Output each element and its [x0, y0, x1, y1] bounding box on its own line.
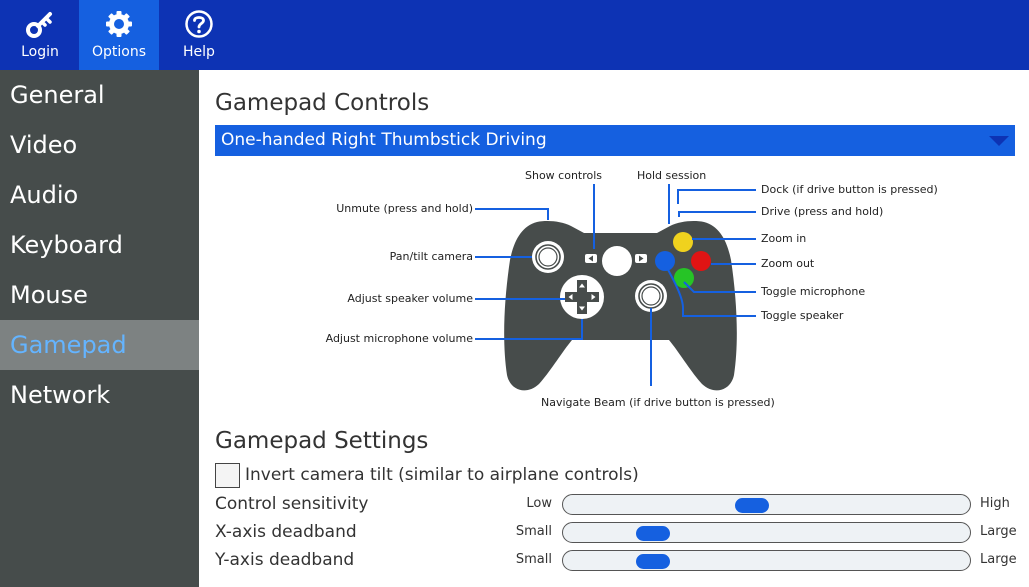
y-axis-deadband-label: Y-axis deadband — [215, 550, 355, 570]
sidebar-item-video[interactable]: Video — [0, 120, 199, 170]
control-sensitivity-row: Control sensitivity Low High — [215, 492, 1029, 516]
sidebar-item-mouse[interactable]: Mouse — [0, 270, 199, 320]
y-axis-deadband-thumb[interactable] — [635, 554, 670, 569]
control-sensitivity-thumb[interactable] — [734, 498, 769, 513]
control-scheme-value: One-handed Right Thumbstick Driving — [221, 130, 547, 150]
x-axis-deadband-thumb[interactable] — [635, 526, 670, 541]
sidebar-item-network[interactable]: Network — [0, 370, 199, 420]
sidebar-item-keyboard[interactable]: Keyboard — [0, 220, 199, 270]
green-button-icon — [674, 268, 694, 288]
label-dock: Dock (if drive button is pressed) — [761, 183, 938, 196]
x-axis-deadband-min-label: Small — [515, 524, 552, 539]
x-axis-deadband-slider[interactable] — [562, 522, 971, 543]
gamepad-controls-heading: Gamepad Controls — [215, 90, 430, 116]
x-axis-deadband-row: X-axis deadband Small Large — [215, 520, 1029, 544]
question-circle-icon — [159, 8, 239, 40]
invert-tilt-checkbox[interactable] — [215, 463, 240, 488]
caret-down-icon — [989, 136, 1009, 146]
y-axis-deadband-slider[interactable] — [562, 550, 971, 571]
control-scheme-select[interactable]: One-handed Right Thumbstick Driving — [215, 125, 1015, 156]
sidebar-item-audio[interactable]: Audio — [0, 170, 199, 220]
control-sensitivity-label: Control sensitivity — [215, 494, 369, 514]
y-axis-deadband-max-label: Large — [980, 552, 1017, 567]
label-toggle-microphone: Toggle microphone — [761, 285, 866, 298]
label-hold-session: Hold session — [637, 169, 707, 182]
label-drive: Drive (press and hold) — [761, 205, 884, 218]
label-microphone-volume: Adjust microphone volume — [325, 332, 473, 345]
guide-button-icon — [602, 246, 632, 276]
y-axis-deadband-row: Y-axis deadband Small Large — [215, 548, 1029, 572]
options-button[interactable]: Options — [79, 0, 159, 70]
red-button-icon — [691, 251, 711, 271]
gamepad-diagram-graphic — [475, 184, 756, 391]
yellow-button-icon — [673, 232, 693, 252]
y-axis-deadband-min-label: Small — [515, 552, 552, 567]
gamepad-diagram: Show controls Hold session Dock (if driv… — [199, 160, 1029, 420]
key-icon — [0, 8, 80, 40]
x-axis-deadband-label: X-axis deadband — [215, 522, 357, 542]
login-button[interactable]: Login — [0, 0, 80, 70]
gear-icon — [79, 8, 159, 40]
help-button[interactable]: Help — [159, 0, 239, 70]
control-sensitivity-slider[interactable] — [562, 494, 971, 515]
sidebar-item-gamepad[interactable]: Gamepad — [0, 320, 199, 370]
top-toolbar: Login Options Help — [0, 0, 1029, 70]
label-zoom-out: Zoom out — [761, 257, 815, 270]
label-pan-tilt: Pan/tilt camera — [389, 250, 473, 263]
blue-button-icon — [655, 251, 675, 271]
control-sensitivity-min-label: Low — [526, 496, 552, 511]
label-zoom-in: Zoom in — [761, 232, 807, 245]
unmute-line — [475, 208, 549, 220]
dock-line — [677, 189, 756, 204]
label-show-controls: Show controls — [525, 169, 603, 182]
label-toggle-speaker: Toggle speaker — [761, 309, 844, 322]
gamepad-settings-heading: Gamepad Settings — [215, 428, 429, 454]
sidebar-item-general[interactable]: General — [0, 70, 199, 120]
settings-sidebar: General Video Audio Keyboard Mouse Gamep… — [0, 70, 199, 587]
invert-tilt-label: Invert camera tilt (similar to airplane … — [245, 465, 639, 485]
control-sensitivity-max-label: High — [980, 496, 1010, 511]
x-axis-deadband-max-label: Large — [980, 524, 1017, 539]
main-content: Gamepad Controls One-handed Right Thumbs… — [199, 70, 1029, 587]
label-navigate-beam: Navigate Beam (if drive button is presse… — [541, 396, 775, 409]
help-label: Help — [183, 44, 215, 60]
drive-line — [678, 211, 756, 217]
label-unmute: Unmute (press and hold) — [336, 202, 473, 215]
options-label: Options — [91, 44, 147, 60]
label-speaker-volume: Adjust speaker volume — [347, 292, 473, 305]
login-label: Login — [21, 44, 59, 60]
